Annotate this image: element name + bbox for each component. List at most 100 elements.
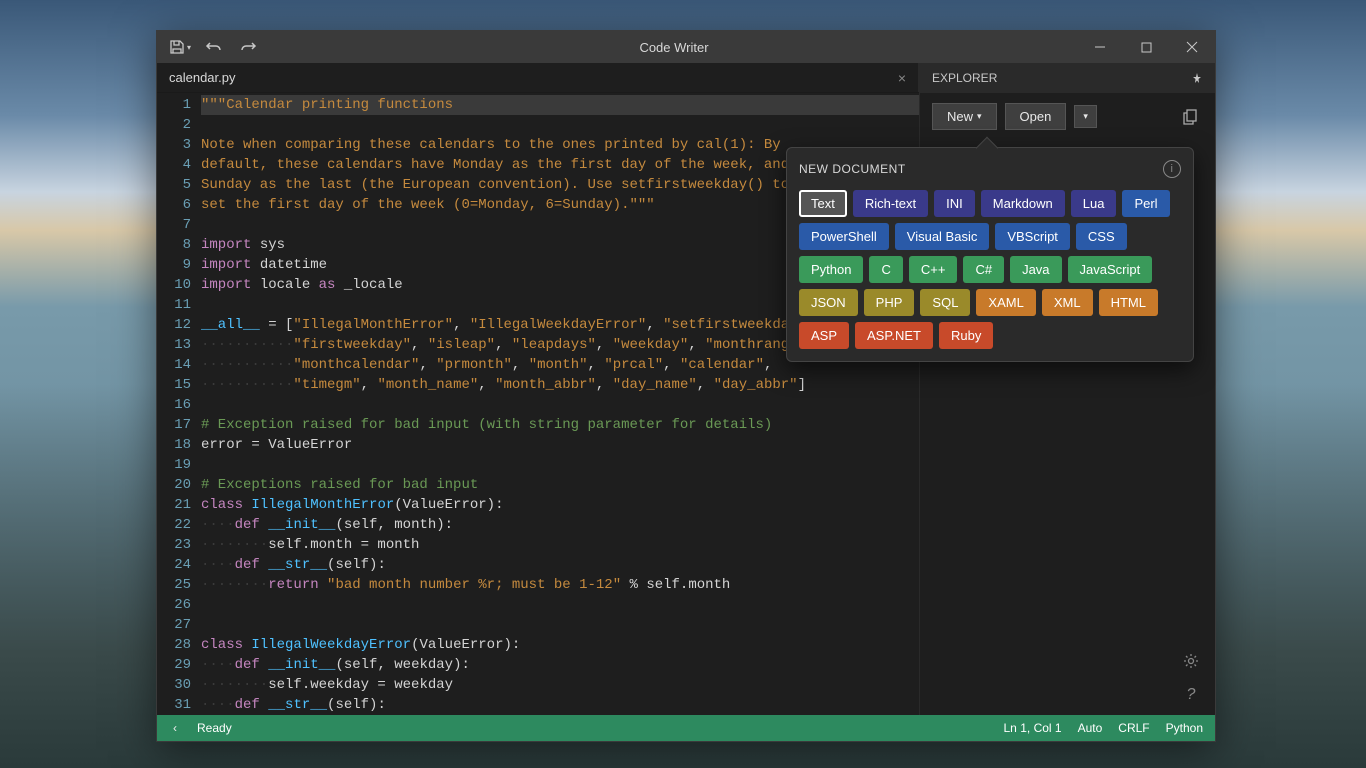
tab-calendar-py[interactable]: calendar.py ×	[157, 63, 919, 92]
popup-title: NEW DOCUMENT	[799, 162, 906, 176]
lang-python[interactable]: Python	[799, 256, 863, 283]
line-number: 14	[157, 355, 191, 375]
lang-markdown[interactable]: Markdown	[981, 190, 1065, 217]
line-number: 26	[157, 595, 191, 615]
pin-icon[interactable]	[1191, 72, 1203, 84]
code-line[interactable]: ····def __str__(self):	[201, 695, 919, 715]
status-encoding[interactable]: Auto	[1078, 721, 1103, 735]
code-line[interactable]: """Calendar printing functions	[201, 95, 919, 115]
lang-asp-net[interactable]: ASP.NET	[855, 322, 933, 349]
tab-bar: calendar.py ×	[157, 63, 919, 93]
line-number: 7	[157, 215, 191, 235]
code-line[interactable]: class IllegalWeekdayError(ValueError):	[201, 635, 919, 655]
app-title: Code Writer	[271, 40, 1077, 55]
line-number: 11	[157, 295, 191, 315]
line-number: 19	[157, 455, 191, 475]
lang-perl[interactable]: Perl	[1122, 190, 1169, 217]
line-number: 23	[157, 535, 191, 555]
chevron-down-icon: ▾	[1083, 111, 1088, 122]
lang-lua[interactable]: Lua	[1071, 190, 1117, 217]
code-line[interactable]: ····def __str__(self):	[201, 555, 919, 575]
code-line[interactable]	[201, 615, 919, 635]
new-document-popup: NEW DOCUMENT i TextRich-textINIMarkdownL…	[786, 147, 1194, 362]
line-number: 13	[157, 335, 191, 355]
lang-json[interactable]: JSON	[799, 289, 858, 316]
code-line[interactable]: ···········"timegm", "month_name", "mont…	[201, 375, 919, 395]
code-line[interactable]: # Exceptions raised for bad input	[201, 475, 919, 495]
line-number: 24	[157, 555, 191, 575]
lang-ruby[interactable]: Ruby	[939, 322, 993, 349]
lang-visual-basic[interactable]: Visual Basic	[895, 223, 990, 250]
line-number: 10	[157, 275, 191, 295]
line-number: 18	[157, 435, 191, 455]
status-position[interactable]: Ln 1, Col 1	[1004, 721, 1062, 735]
lang-vbscript[interactable]: VBScript	[995, 223, 1070, 250]
maximize-button[interactable]	[1123, 33, 1169, 61]
lang-php[interactable]: PHP	[864, 289, 915, 316]
code-line[interactable]: class IllegalMonthError(ValueError):	[201, 495, 919, 515]
close-tab-icon[interactable]: ×	[898, 70, 906, 86]
open-button-label: Open	[1020, 109, 1052, 124]
explorer-title: EXPLORER	[932, 71, 997, 85]
line-number: 2	[157, 115, 191, 135]
code-line[interactable]	[201, 395, 919, 415]
new-button[interactable]: New ▾	[932, 103, 997, 130]
code-line[interactable]: ········return "bad month number %r; mus…	[201, 575, 919, 595]
lang-c-[interactable]: C#	[963, 256, 1004, 283]
line-number: 5	[157, 175, 191, 195]
status-eol[interactable]: CRLF	[1118, 721, 1149, 735]
lang-ini[interactable]: INI	[934, 190, 975, 217]
lang-java[interactable]: Java	[1010, 256, 1061, 283]
code-line[interactable]	[201, 595, 919, 615]
titlebar: ▾ Code Writer	[157, 31, 1215, 63]
lang-javascript[interactable]: JavaScript	[1068, 256, 1153, 283]
save-button[interactable]: ▾	[165, 33, 195, 61]
line-number: 15	[157, 375, 191, 395]
code-line[interactable]: error = ValueError	[201, 435, 919, 455]
code-line[interactable]	[201, 455, 919, 475]
code-line[interactable]	[201, 115, 919, 135]
lang-asp[interactable]: ASP	[799, 322, 849, 349]
lang-powershell[interactable]: PowerShell	[799, 223, 889, 250]
lang-xaml[interactable]: XAML	[976, 289, 1035, 316]
info-icon[interactable]: i	[1163, 160, 1181, 178]
settings-button[interactable]	[1179, 649, 1203, 673]
line-number: 20	[157, 475, 191, 495]
redo-button[interactable]	[233, 33, 263, 61]
minimize-button[interactable]	[1077, 33, 1123, 61]
help-button[interactable]: ?	[1179, 683, 1203, 707]
line-number: 25	[157, 575, 191, 595]
lang-html[interactable]: HTML	[1099, 289, 1158, 316]
lang-rich-text[interactable]: Rich-text	[853, 190, 928, 217]
line-number: 30	[157, 675, 191, 695]
lang-c[interactable]: C	[869, 256, 902, 283]
line-number: 3	[157, 135, 191, 155]
documents-icon[interactable]	[1179, 105, 1203, 129]
code-line[interactable]: ····def __init__(self, month):	[201, 515, 919, 535]
line-number: 17	[157, 415, 191, 435]
line-number: 31	[157, 695, 191, 715]
code-line[interactable]: # Exception raised for bad input (with s…	[201, 415, 919, 435]
lang-xml[interactable]: XML	[1042, 289, 1093, 316]
lang-c-[interactable]: C++	[909, 256, 958, 283]
new-button-label: New	[947, 109, 973, 124]
status-chevron-icon[interactable]: ‹	[169, 721, 181, 735]
app-window: ▾ Code Writer calenda	[156, 30, 1216, 742]
line-number: 8	[157, 235, 191, 255]
lang-sql[interactable]: SQL	[920, 289, 970, 316]
chevron-down-icon: ▾	[187, 43, 191, 52]
line-number: 12	[157, 315, 191, 335]
status-ready: Ready	[197, 721, 232, 735]
code-line[interactable]: ········self.weekday = weekday	[201, 675, 919, 695]
open-dropdown-button[interactable]: ▾	[1074, 105, 1097, 128]
open-button[interactable]: Open	[1005, 103, 1067, 130]
lang-css[interactable]: CSS	[1076, 223, 1127, 250]
status-language[interactable]: Python	[1166, 721, 1203, 735]
line-number-gutter: 1234567891011121314151617181920212223242…	[157, 93, 201, 715]
undo-button[interactable]	[199, 33, 229, 61]
line-number: 29	[157, 655, 191, 675]
close-button[interactable]	[1169, 33, 1215, 61]
code-line[interactable]: ····def __init__(self, weekday):	[201, 655, 919, 675]
lang-text[interactable]: Text	[799, 190, 847, 217]
code-line[interactable]: ········self.month = month	[201, 535, 919, 555]
